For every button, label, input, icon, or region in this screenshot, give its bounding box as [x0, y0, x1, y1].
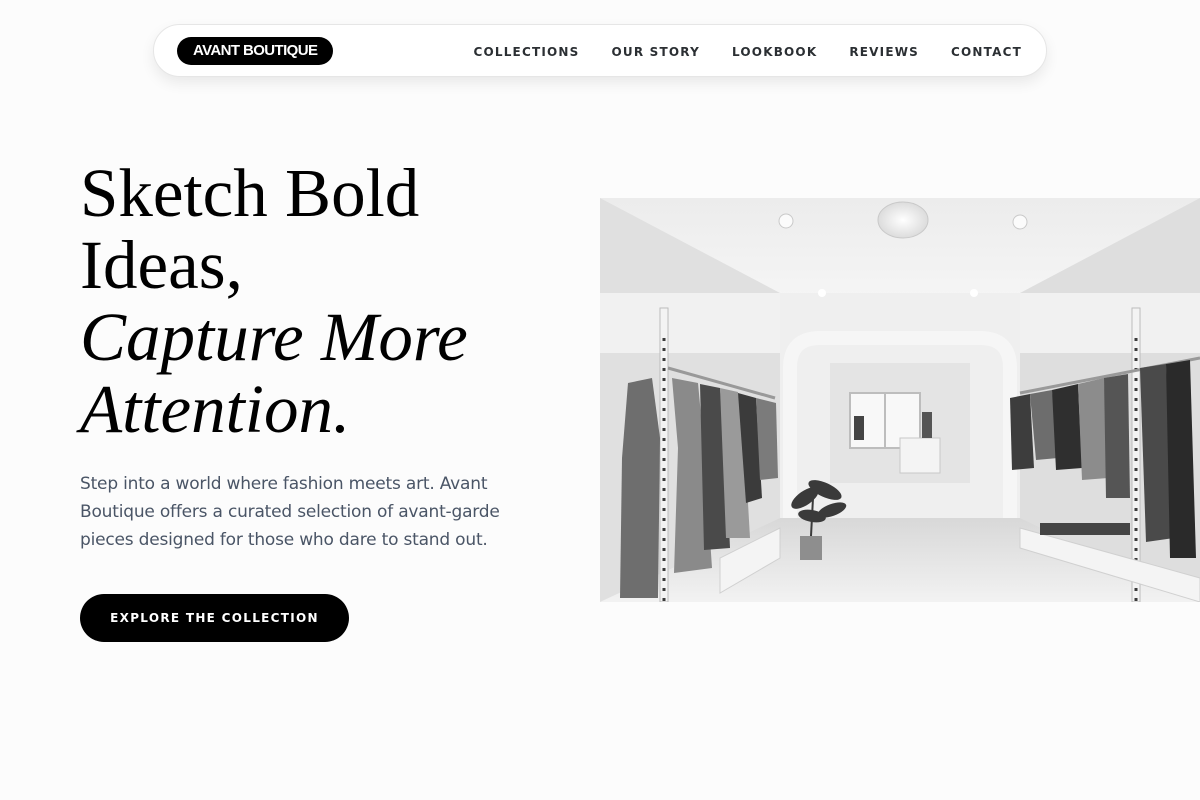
hero-title-line-2: Ideas, — [80, 227, 243, 303]
hero-description: Step into a world where fashion meets ar… — [80, 474, 500, 550]
hero-store-image — [600, 198, 1200, 602]
hero-title-line-3: Capture More — [80, 299, 468, 375]
nav-link-our-story[interactable]: OUR STORY — [612, 45, 700, 59]
hero-title: Sketch Bold Ideas, Capture More Attentio… — [80, 157, 580, 445]
nav-link-collections[interactable]: COLLECTIONS — [473, 45, 579, 59]
nav-link-contact[interactable]: CONTACT — [951, 45, 1022, 59]
top-navbar: AVANT BOUTIQUE COLLECTIONS OUR STORY LOO… — [153, 24, 1047, 77]
hero-title-line-1: Sketch Bold — [80, 155, 420, 231]
explore-collection-button[interactable]: EXPLORE THE COLLECTION — [80, 594, 349, 642]
nav-links: COLLECTIONS OUR STORY LOOKBOOK REVIEWS C… — [473, 25, 1022, 78]
nav-link-lookbook[interactable]: LOOKBOOK — [732, 45, 817, 59]
hero-title-line-4: Attention. — [80, 371, 351, 447]
nav-link-reviews[interactable]: REVIEWS — [849, 45, 919, 59]
brand-logo[interactable]: AVANT BOUTIQUE — [177, 37, 334, 65]
